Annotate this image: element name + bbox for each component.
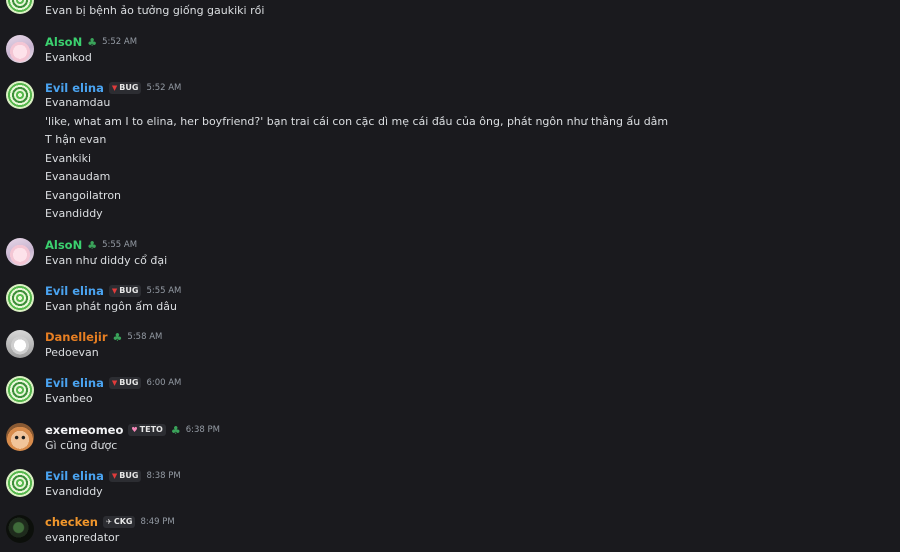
username[interactable]: AlsoN xyxy=(45,35,82,49)
timestamp: 5:52 AM xyxy=(102,37,138,47)
bug-icon: ▼ xyxy=(111,379,118,387)
message-text: Gì cũng được xyxy=(45,439,118,452)
user-tag: ✈ CKG xyxy=(102,516,136,528)
user-avatar[interactable] xyxy=(6,284,34,312)
user-avatar[interactable] xyxy=(6,376,34,404)
username[interactable]: checken xyxy=(45,515,98,529)
username[interactable]: Evil elina xyxy=(45,81,104,95)
user-avatar[interactable] xyxy=(6,81,34,109)
message-header: AlsoN ♣ 5:55 AM xyxy=(45,238,137,252)
user-tag: ▼ BUG xyxy=(108,470,142,482)
message-text: Evan như diddy cổ đại xyxy=(45,254,168,267)
heart-icon: ♥ xyxy=(131,426,138,434)
bug-icon: ▼ xyxy=(111,287,118,295)
message-text: Pedoevan xyxy=(45,346,99,359)
message-text: Evankiki xyxy=(45,152,92,165)
message-text: Evandiddy xyxy=(45,485,103,498)
username[interactable]: AlsoN xyxy=(45,238,82,252)
message-text: Evan phát ngôn ấm dâu xyxy=(45,300,177,313)
username[interactable]: Evil elina xyxy=(45,376,104,390)
user-avatar[interactable] xyxy=(6,238,34,266)
user-tag: ▼ BUG xyxy=(108,285,142,297)
timestamp: 5:55 AM xyxy=(146,286,182,296)
message-text: Evanamdau xyxy=(45,96,111,109)
user-avatar[interactable] xyxy=(6,515,34,543)
message-text: 'like, what am I to elina, her boyfriend… xyxy=(45,115,669,128)
scrollbar[interactable] xyxy=(892,0,900,552)
timestamp: 6:00 AM xyxy=(146,378,182,388)
user-tag: ♥ TETO xyxy=(128,424,166,436)
message-header: Evil elina ▼ BUG 6:00 AM xyxy=(45,376,181,390)
timestamp: 6:38 PM xyxy=(185,425,220,435)
message-text: Evanbeo xyxy=(45,392,93,405)
user-avatar[interactable] xyxy=(6,423,34,451)
bug-icon: ▼ xyxy=(111,84,118,92)
user-tag: ▼ BUG xyxy=(108,377,142,389)
username[interactable]: Danellejir xyxy=(45,330,108,344)
timestamp: 5:58 AM xyxy=(127,332,163,342)
leaf-icon: ♣ xyxy=(87,238,98,252)
message-header: checken ✈ CKG 8:49 PM xyxy=(45,515,175,529)
sword-icon: ✈ xyxy=(105,518,112,526)
message-text: Evan bị bệnh ảo tưởng giống gaukiki rồi xyxy=(45,4,265,17)
user-tag: ▼ BUG xyxy=(108,82,142,94)
message-text: Evanaudam xyxy=(45,170,111,183)
leaf-icon: ♣ xyxy=(87,35,98,49)
username[interactable]: exemeomeo xyxy=(45,423,123,437)
message-header: Evil elina ▼ BUG 5:52 AM xyxy=(45,81,181,95)
timestamp: 5:55 AM xyxy=(102,240,138,250)
leaf-icon: ♣ xyxy=(170,423,181,437)
user-avatar[interactable] xyxy=(6,469,34,497)
message-header: Danellejir ♣ 5:58 AM xyxy=(45,330,162,344)
message-text: Evangoilatron xyxy=(45,189,122,202)
timestamp: 5:52 AM xyxy=(146,83,182,93)
message-text: Evandiddy xyxy=(45,207,103,220)
message-header: Evil elina ▼ BUG 8:38 PM xyxy=(45,469,181,483)
user-avatar[interactable] xyxy=(6,0,34,14)
leaf-icon: ♣ xyxy=(112,330,123,344)
message-header: exemeomeo ♥ TETO ♣ 6:38 PM xyxy=(45,423,220,437)
bug-icon: ▼ xyxy=(111,472,118,480)
message-header: Evil elina ▼ BUG 5:55 AM xyxy=(45,284,181,298)
timestamp: 8:38 PM xyxy=(146,471,181,481)
username[interactable]: Evil elina xyxy=(45,469,104,483)
user-avatar[interactable] xyxy=(6,330,34,358)
timestamp: 8:49 PM xyxy=(140,517,175,527)
message-text: evanpredator xyxy=(45,531,120,544)
message-text: Evankod xyxy=(45,51,92,64)
message-header: AlsoN ♣ 5:52 AM xyxy=(45,35,137,49)
message-text: T hận evan xyxy=(45,133,107,146)
username[interactable]: Evil elina xyxy=(45,284,104,298)
user-avatar[interactable] xyxy=(6,35,34,63)
